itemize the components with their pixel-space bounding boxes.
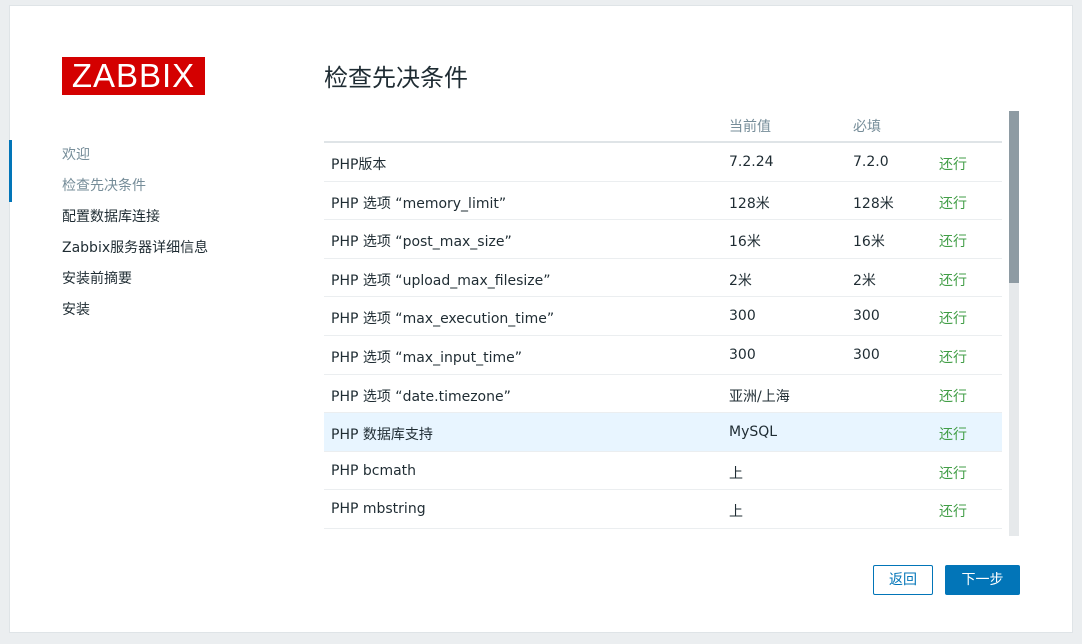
cell-status: 还行 — [939, 465, 967, 482]
cell-current-value: 300 — [729, 346, 756, 363]
cell-current-value: 7.2.24 — [729, 154, 774, 170]
scrollbar-thumb[interactable] — [1009, 111, 1019, 283]
cell-requirement-name: PHP 选项 “post_max_size” — [331, 234, 512, 251]
cell-status: 还行 — [939, 195, 967, 212]
table-body: PHP版本 7.2.24 7.2.0 还行 PHP 选项 “memory_limit” 1… — [324, 143, 1002, 529]
header-required: 必填 — [853, 119, 881, 135]
page-title: 检查先决条件 — [324, 64, 468, 92]
table-row: PHP 选项 “memory_limit” 128米 128米 还行 — [324, 182, 1002, 221]
table-row: PHP 选项 “max_input_time” 300 300 还行 — [324, 336, 1002, 375]
cell-current-value: 2米 — [729, 272, 752, 289]
cell-required-value: 16米 — [853, 234, 885, 251]
prerequisites-table: 当前值 必填 PHP版本 7.2.24 7.2.0 还行 PHP 选项 “memory_… — [324, 106, 1002, 529]
cell-requirement-name: PHP版本 — [331, 157, 387, 173]
cell-status: 还行 — [939, 311, 967, 328]
table-row: PHP 选项 “upload_max_filesize” 2米 2米 还行 — [324, 259, 1002, 298]
sidebar-item-db-connection[interactable]: 配置数据库连接 — [10, 202, 270, 233]
cell-requirement-name: PHP 选项 “max_execution_time” — [331, 311, 555, 328]
setup-panel: ZABBIX 欢迎 检查先决条件 配置数据库连接 Zabbix服务器详细信息 安… — [9, 5, 1073, 633]
next-step-button[interactable]: 下一步 — [945, 565, 1020, 595]
cell-current-value: 128米 — [729, 195, 770, 212]
cell-status: 还行 — [939, 504, 967, 521]
sidebar-item-install[interactable]: 安装 — [10, 295, 270, 326]
cell-status: 还行 — [939, 388, 967, 405]
sidebar-item-pre-install-summary[interactable]: 安装前摘要 — [10, 264, 270, 295]
cell-required-value: 7.2.0 — [853, 154, 889, 170]
cell-current-value: 亚洲/上海 — [729, 388, 790, 405]
cell-required-value: 2米 — [853, 272, 876, 289]
cell-requirement-name: PHP 数据库支持 — [331, 427, 433, 444]
cell-requirement-name: PHP 选项 “max_input_time” — [331, 349, 522, 366]
zabbix-logo: ZABBIX — [62, 57, 205, 95]
back-button[interactable]: 返回 — [873, 565, 933, 595]
table-row: PHP 选项 “max_execution_time” 300 300 还行 — [324, 297, 1002, 336]
cell-required-value: 128米 — [853, 195, 894, 212]
cell-requirement-name: PHP 选项 “date.timezone” — [331, 388, 511, 405]
cell-requirement-name: PHP 选项 “upload_max_filesize” — [331, 272, 551, 289]
table-header: 当前值 必填 — [324, 106, 1002, 143]
cell-current-value: 上 — [729, 504, 743, 521]
sidebar-item-check-prerequisites[interactable]: 检查先决条件 — [10, 171, 270, 202]
cell-current-value: 上 — [729, 465, 743, 482]
cell-status: 还行 — [939, 427, 967, 444]
table-row: PHP 选项 “date.timezone” 亚洲/上海 还行 — [324, 375, 1002, 414]
cell-status: 还行 — [939, 272, 967, 289]
cell-current-value: 300 — [729, 308, 756, 325]
cell-status: 还行 — [939, 349, 967, 366]
scrollbar[interactable] — [1009, 111, 1019, 536]
cell-requirement-name: PHP 选项 “memory_limit” — [331, 195, 507, 212]
cell-required-value: 300 — [853, 308, 880, 325]
cell-current-value: MySQL — [729, 424, 778, 441]
sidebar-item-server-details[interactable]: Zabbix服务器详细信息 — [10, 233, 270, 264]
cell-requirement-name: PHP bcmath — [331, 462, 417, 479]
table-row: PHP 数据库支持 MySQL 还行 — [324, 413, 1002, 452]
setup-steps-sidebar: 欢迎 检查先决条件 配置数据库连接 Zabbix服务器详细信息 安装前摘要 安装 — [9, 140, 270, 326]
table-row: PHP 选项 “post_max_size” 16米 16米 还行 — [324, 220, 1002, 259]
header-current-value: 当前值 — [729, 119, 771, 135]
table-row: PHP bcmath 上 还行 — [324, 452, 1002, 491]
cell-required-value: 300 — [853, 346, 880, 363]
cell-status: 还行 — [939, 157, 967, 173]
cell-requirement-name: PHP mbstring — [331, 501, 426, 518]
cell-status: 还行 — [939, 234, 967, 251]
table-row: PHP版本 7.2.24 7.2.0 还行 — [324, 143, 1002, 182]
table-row: PHP mbstring 上 还行 — [324, 490, 1002, 529]
cell-current-value: 16米 — [729, 234, 761, 251]
prerequisites-table-container: 当前值 必填 PHP版本 7.2.24 7.2.0 还行 PHP 选项 “memory_… — [324, 106, 1021, 536]
sidebar-item-welcome[interactable]: 欢迎 — [10, 140, 270, 171]
